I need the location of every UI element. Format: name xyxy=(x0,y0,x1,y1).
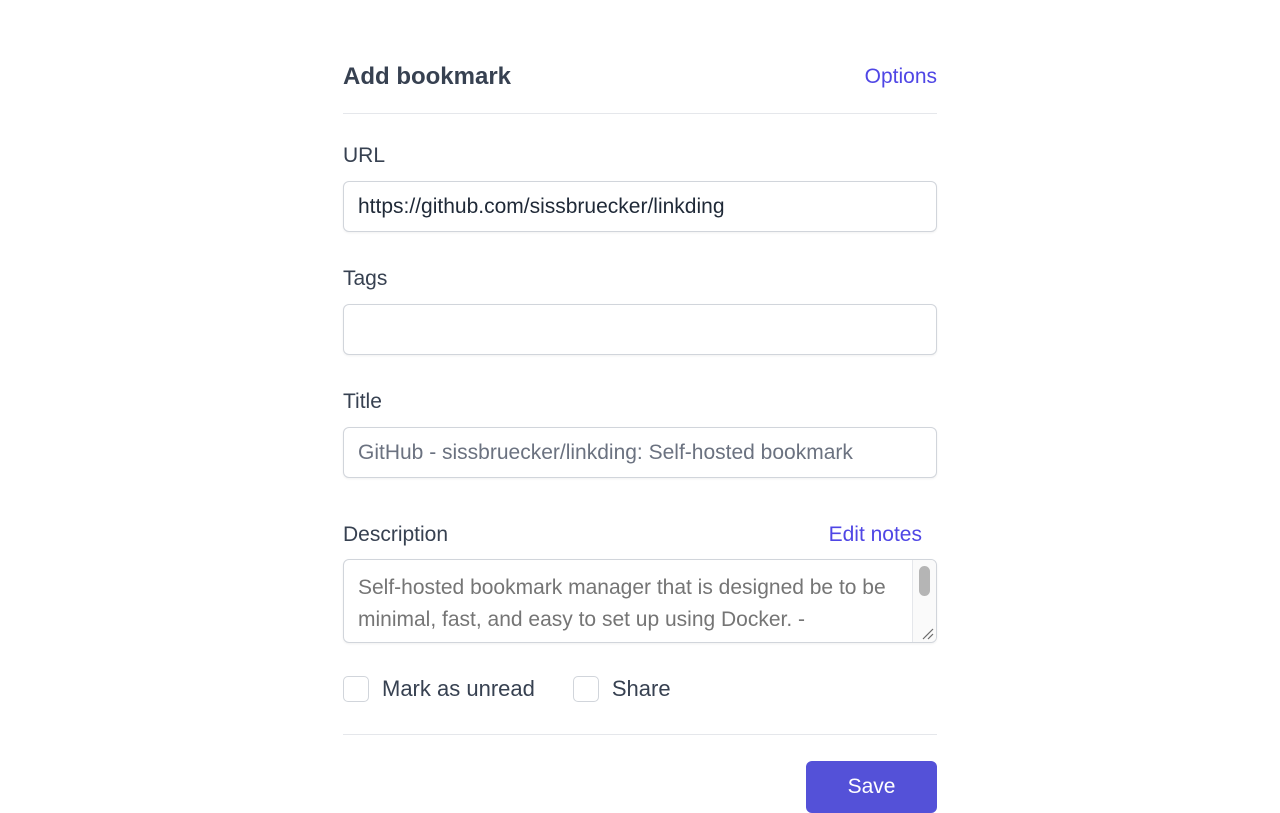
tags-input[interactable] xyxy=(343,304,937,355)
save-button[interactable]: Save xyxy=(806,761,937,813)
title-input[interactable] xyxy=(343,427,937,478)
share-option[interactable]: Share xyxy=(572,676,671,702)
share-checkbox[interactable] xyxy=(572,676,599,702)
url-label: URL xyxy=(343,144,386,167)
url-input[interactable] xyxy=(343,181,937,232)
options-link[interactable]: Options xyxy=(865,65,937,89)
description-textarea[interactable] xyxy=(344,560,936,642)
edit-notes-link[interactable]: Edit notes xyxy=(829,523,922,547)
title-field-group: Title xyxy=(343,390,937,478)
share-label: Share xyxy=(611,676,671,701)
add-bookmark-panel: Add bookmark Options URL Tags Title Desc… xyxy=(343,40,937,813)
mark-as-unread-option[interactable]: Mark as unread xyxy=(343,676,535,702)
tags-field-group: Tags xyxy=(343,267,937,355)
checkbox-row: Mark as unread Share xyxy=(343,676,937,702)
tags-label: Tags xyxy=(343,267,388,290)
title-label: Title xyxy=(343,390,382,413)
description-textarea-wrapper xyxy=(343,559,937,643)
footer-divider xyxy=(343,734,937,735)
panel-header: Add bookmark Options xyxy=(343,40,937,114)
mark-as-unread-label: Mark as unread xyxy=(382,676,535,701)
resize-handle-icon[interactable] xyxy=(920,626,934,640)
page-title: Add bookmark xyxy=(343,62,512,90)
scrollbar-thumb[interactable] xyxy=(919,566,930,596)
description-label: Description xyxy=(343,523,449,546)
description-field-group: Description Edit notes xyxy=(343,523,937,643)
form-footer: Save xyxy=(343,761,937,813)
url-field-group: URL xyxy=(343,144,937,232)
mark-as-unread-checkbox[interactable] xyxy=(343,676,369,702)
